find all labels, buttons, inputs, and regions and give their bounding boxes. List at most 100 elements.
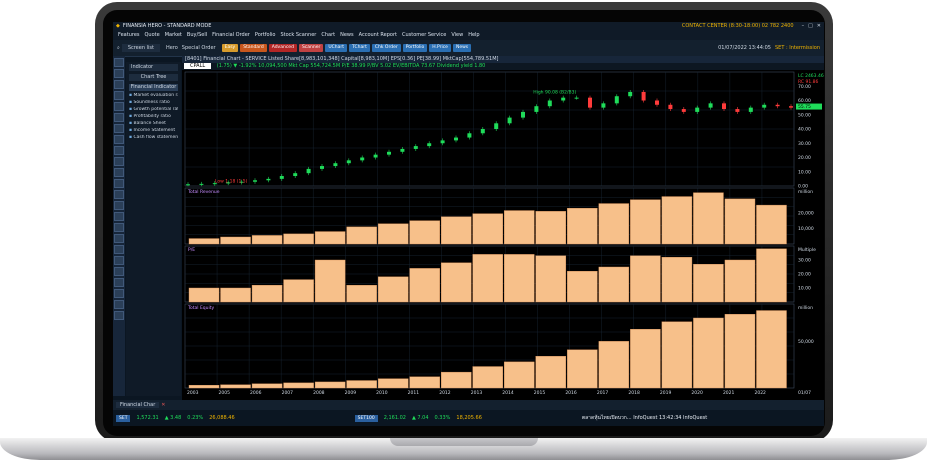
chart-canvas[interactable]: 0.0010.0020.0030.0040.0050.0060.0070.00L… (182, 70, 824, 400)
price-tick-label: 30.00 (798, 141, 811, 147)
pane-tick-label: 50,000 (798, 339, 814, 345)
candle-body (628, 91, 633, 97)
chart-tree-tab[interactable]: Chart Tree (129, 74, 178, 81)
candle-body (561, 97, 566, 101)
toolbar-button-advanced[interactable]: Advanced (268, 44, 297, 52)
drawing-tool-icon[interactable] (114, 256, 124, 265)
drawing-tool-icon[interactable] (114, 212, 124, 221)
candle-body (641, 91, 646, 101)
drawing-tool-icon[interactable] (114, 80, 124, 89)
minimize-button[interactable]: – (802, 23, 805, 29)
bar-2004 (220, 287, 251, 303)
menu-item-news[interactable]: News (340, 32, 354, 38)
drawing-tool-icon[interactable] (114, 267, 124, 276)
bar-2011 (441, 216, 472, 245)
menu-item-quote[interactable]: Quote (145, 32, 160, 38)
menu-item-account-report[interactable]: Account Report (359, 32, 397, 38)
close-tab-icon[interactable]: ✕ (161, 402, 165, 408)
maximize-button[interactable]: □ (808, 23, 813, 29)
hero-dropdown[interactable]: Hero (166, 45, 178, 51)
drawing-tool-icon[interactable] (114, 278, 124, 287)
candle-body (708, 103, 713, 108)
drawing-tool-icon[interactable] (114, 58, 124, 67)
chart-tree-panel: Indicator Chart Tree Financial Indicator… (126, 62, 181, 396)
candle-body (413, 146, 418, 149)
tree-item[interactable]: ▪ Soundness ratio (129, 100, 178, 105)
toolbar-button-tchart[interactable]: TChart (349, 44, 370, 52)
drawing-tool-icon[interactable] (114, 168, 124, 177)
news-ticker[interactable]: ตลาดหุ้นไทยเปิดบวก... InfoQuest 13:42:34… (582, 414, 707, 422)
drawing-tool-icon[interactable] (114, 113, 124, 122)
menu-item-chart[interactable]: Chart (321, 32, 335, 38)
set100-percent: 0.33% (434, 415, 451, 421)
menu-item-market[interactable]: Market (165, 32, 182, 38)
financial-indicator-header[interactable]: Financial Indicator (129, 84, 178, 91)
menu-item-financial-order[interactable]: Financial Order (212, 32, 250, 38)
candle-body (789, 106, 793, 108)
symbol-input[interactable]: CPALL (184, 63, 212, 69)
menu-item-portfolio[interactable]: Portfolio (255, 32, 276, 38)
drawing-tool-icon[interactable] (114, 102, 124, 111)
drawing-tool-icon[interactable] (114, 311, 124, 320)
menu-item-features[interactable]: Features (118, 32, 140, 38)
bar-2011 (441, 371, 472, 389)
candle-body (507, 117, 512, 124)
menu-item-stock-scanner[interactable]: Stock Scanner (280, 32, 316, 38)
folder-icon: ▪ (129, 114, 133, 119)
special-order-dropdown[interactable]: Special Order (182, 45, 216, 51)
drawing-tool-icon[interactable] (114, 124, 124, 133)
x-axis-label: 2010 (376, 390, 388, 396)
bar-2020 (724, 198, 756, 245)
tree-item[interactable]: ▪ Cash flow statement (129, 135, 178, 140)
high-annotation: High 90.08 (B2/B3) (533, 90, 576, 96)
drawing-tool-icon[interactable] (114, 289, 124, 298)
drawing-tool-icon[interactable] (114, 190, 124, 199)
candle-body (695, 107, 700, 112)
close-button[interactable]: ✕ (817, 23, 821, 29)
toolbar-button-uchart[interactable]: UChart (325, 44, 348, 52)
bar-2014 (535, 255, 567, 303)
drawing-tool-icon[interactable] (114, 179, 124, 188)
toolbar-button-portfolio[interactable]: Portfolio (402, 44, 428, 52)
app-screen: ◆ FINANSIA HERO - STANDARD MODE CONTACT … (113, 22, 824, 426)
tree-item[interactable]: ▪ Profitability ratio (129, 114, 178, 119)
folder-icon: ▪ (129, 107, 133, 112)
menu-item-customer-service[interactable]: Customer Service (402, 32, 446, 38)
candle-body (373, 154, 378, 158)
tree-item-label: Soundness ratio (133, 100, 170, 105)
toolbar-button-scanner[interactable]: Scanner (298, 44, 324, 52)
tree-item[interactable]: ▪ Income Statement (129, 128, 178, 133)
indicator-dropdown[interactable]: Indicator (129, 64, 178, 71)
drawing-tool-icon[interactable] (114, 245, 124, 254)
drawing-tool-icon[interactable] (114, 69, 124, 78)
drawing-tool-icon[interactable] (114, 201, 124, 210)
toolbar-button-standard[interactable]: Standard (240, 44, 267, 52)
price-info: (1.75) ▼ -1.92% 10,094,500 Mkt Cap 554,7… (216, 63, 486, 69)
menu-item-help[interactable]: Help (468, 32, 479, 38)
drawing-tool-icon[interactable] (114, 146, 124, 155)
drawing-tool-icon[interactable] (114, 157, 124, 166)
toolbar-button-h-price[interactable]: H.Price (429, 44, 451, 52)
drawing-tool-icon[interactable] (114, 91, 124, 100)
drawing-tool-icon[interactable] (114, 223, 124, 232)
menu-item-buy-sell[interactable]: Buy/Sell (187, 32, 207, 38)
toolbar-button-chk-order[interactable]: Chk Order (371, 44, 401, 52)
toolbar-button-easy[interactable]: Easy (221, 44, 239, 52)
tree-item[interactable]: ▪ Growth potential ratio (129, 107, 178, 112)
set-change: ▲ 3.48 (164, 415, 182, 421)
candle-body (440, 140, 445, 144)
candle-body (681, 109, 686, 112)
tree-item[interactable]: ▪ Market evaluation ratio (129, 93, 178, 98)
tree-item[interactable]: ▪ Balance Sheet (129, 121, 178, 126)
toolbar-button-news[interactable]: News (452, 44, 472, 52)
pane-title: P/E (188, 247, 195, 253)
drawing-tool-icon[interactable] (114, 300, 124, 309)
drawing-tool-icon[interactable] (114, 135, 124, 144)
candle-body (306, 168, 311, 174)
screen-list-dropdown[interactable]: Screen list (121, 44, 160, 52)
menu-item-view[interactable]: View (451, 32, 463, 38)
financial-chart-tab[interactable]: Financial Char (116, 402, 160, 408)
bar-2021 (756, 204, 787, 245)
drawing-tool-icon[interactable] (114, 234, 124, 243)
candle-body (775, 104, 780, 107)
